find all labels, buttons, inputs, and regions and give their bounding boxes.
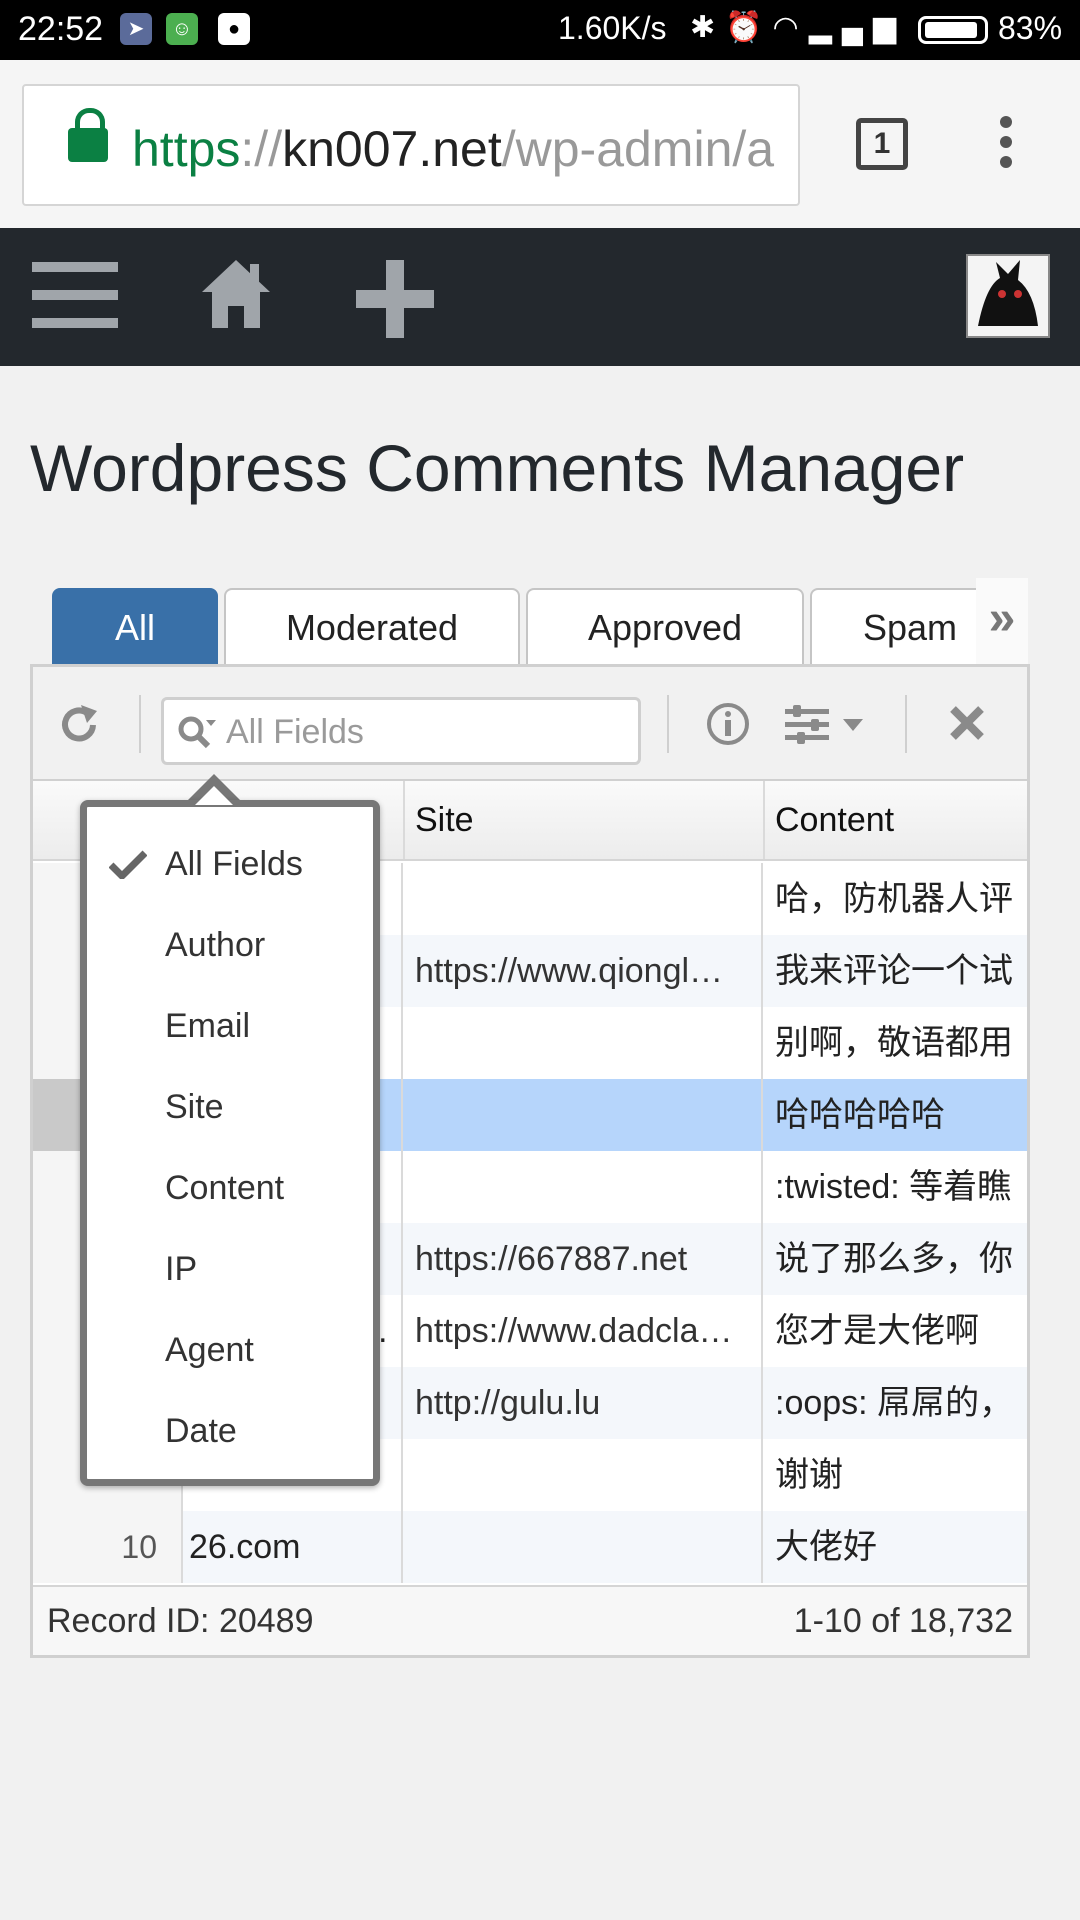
- page-range: 1-10 of 18,732: [793, 1602, 1013, 1640]
- alarm-icon: ⏰: [725, 11, 773, 44]
- refresh-icon[interactable]: [57, 703, 101, 747]
- menu-item-all-fields[interactable]: All Fields: [87, 831, 373, 897]
- lock-icon: [68, 108, 108, 162]
- network-speed: 1.60K/s: [558, 10, 667, 46]
- cell-content[interactable]: 您才是大佬啊: [765, 1295, 1027, 1367]
- menu-item-label: Author: [165, 926, 266, 964]
- menu-item-content[interactable]: Content: [87, 1155, 373, 1221]
- system-status-icons: ✱⏰◠▂▄▆: [690, 10, 906, 45]
- url-scheme: https: [132, 121, 241, 177]
- search-field-menu: All Fields Author Email Site Content IP …: [80, 800, 380, 1486]
- cell-site[interactable]: [405, 863, 763, 935]
- battery-percent: 83%: [998, 10, 1063, 46]
- cell-site[interactable]: https://www.qiongl…: [405, 935, 763, 1007]
- search-field[interactable]: [161, 697, 641, 765]
- menu-item-label: Date: [165, 1412, 237, 1450]
- cell-site[interactable]: https://667887.net: [405, 1223, 763, 1295]
- column-header-site[interactable]: Site: [403, 781, 763, 859]
- cell-site[interactable]: [405, 1439, 763, 1511]
- menu-item-site[interactable]: Site: [87, 1074, 373, 1140]
- menu-item-label: Site: [165, 1088, 224, 1126]
- cell-content[interactable]: 我来评论一个试: [765, 935, 1027, 1007]
- toolbar-divider: [905, 695, 907, 753]
- menu-item-ip[interactable]: IP: [87, 1236, 373, 1302]
- url-path: /wp-admin/a: [501, 121, 775, 177]
- menu-item-label: All Fields: [165, 845, 303, 883]
- tab-switcher-button[interactable]: 1: [856, 118, 908, 170]
- wp-admin-bar: [0, 228, 1080, 366]
- cell-site[interactable]: [405, 1079, 763, 1151]
- cell-site[interactable]: https://www.dadcla…: [405, 1295, 763, 1367]
- info-icon[interactable]: [705, 701, 751, 747]
- cell-content[interactable]: 哈，防机器人评: [765, 863, 1027, 935]
- page-title: Wordpress Comments Manager: [30, 431, 965, 505]
- home-icon[interactable]: [198, 256, 274, 332]
- search-input[interactable]: [226, 708, 626, 756]
- bluetooth-icon: ✱: [690, 11, 726, 44]
- avatar[interactable]: [966, 254, 1050, 338]
- browser-menu-button[interactable]: [1000, 116, 1012, 176]
- signal-icon: ▂▄▆: [808, 11, 907, 44]
- telegram-icon: ➤: [120, 13, 152, 45]
- tab-all[interactable]: All: [52, 588, 218, 666]
- row-number: 10: [33, 1511, 183, 1583]
- menu-item-label: IP: [165, 1250, 198, 1288]
- cell-site[interactable]: [405, 1007, 763, 1079]
- menu-item-label: Content: [165, 1169, 285, 1207]
- add-new-icon[interactable]: [356, 260, 434, 338]
- grid-toolbar: [33, 667, 1027, 781]
- tabs-scroll-right-icon[interactable]: »: [976, 578, 1028, 666]
- grid-footer: Record ID: 20489 1-10 of 18,732: [33, 1585, 1027, 1655]
- url-text[interactable]: https://kn007.net/wp-admin/a: [132, 120, 774, 178]
- cell-content[interactable]: 说了那么多，你: [765, 1223, 1027, 1295]
- tab-moderated[interactable]: Moderated: [224, 588, 520, 666]
- toolbar-divider: [667, 695, 669, 753]
- dropdown-pointer-inner: [195, 786, 233, 805]
- menu-item-label: Email: [165, 1007, 251, 1045]
- cell-content[interactable]: 哈哈哈哈哈: [765, 1079, 1027, 1151]
- cell-content[interactable]: :twisted: 等着瞧: [765, 1151, 1027, 1223]
- menu-item-date[interactable]: Date: [87, 1398, 373, 1464]
- android-app-icon: ☺: [166, 13, 198, 45]
- search-icon[interactable]: [176, 714, 216, 754]
- battery-icon: [918, 16, 988, 44]
- menu-item-label: Agent: [165, 1331, 254, 1369]
- cell-site[interactable]: [405, 1151, 763, 1223]
- menu-item-author[interactable]: Author: [87, 912, 373, 978]
- record-id: Record ID: 20489: [47, 1602, 314, 1640]
- status-bar: 22:52 ➤ ☺ ● 1.60K/s ✱⏰◠▂▄▆ 83%: [0, 0, 1080, 60]
- url-separator: ://: [240, 121, 283, 177]
- close-icon[interactable]: [947, 703, 987, 743]
- cell-site[interactable]: [405, 1511, 763, 1583]
- check-icon: [109, 850, 147, 879]
- browser-toolbar: https://kn007.net/wp-admin/a 1: [0, 60, 1080, 228]
- cell-content[interactable]: :oops: 屌屌的，: [765, 1367, 1027, 1439]
- cell-content[interactable]: 别啊，敬语都用: [765, 1007, 1027, 1079]
- column-settings-icon[interactable]: [783, 703, 879, 747]
- toolbar-divider: [139, 695, 141, 753]
- menu-icon[interactable]: [32, 262, 118, 346]
- menu-item-email[interactable]: Email: [87, 993, 373, 1059]
- qq-icon: ●: [218, 13, 250, 45]
- cell-site[interactable]: http://gulu.lu: [405, 1367, 763, 1439]
- tab-approved[interactable]: Approved: [526, 588, 804, 666]
- menu-item-agent[interactable]: Agent: [87, 1317, 373, 1383]
- wifi-icon: ◠: [772, 11, 809, 44]
- status-time: 22:52: [18, 10, 104, 48]
- cell-content[interactable]: 大佬好: [765, 1511, 1027, 1583]
- url-host: kn007.net: [282, 121, 502, 177]
- url-bar[interactable]: https://kn007.net/wp-admin/a: [22, 84, 800, 206]
- cell-content[interactable]: 谢谢: [765, 1439, 1027, 1511]
- cell-author[interactable]: 26.com: [185, 1511, 403, 1583]
- column-header-content[interactable]: Content: [763, 781, 1027, 859]
- table-row[interactable]: 10 26.com 大佬好: [33, 1511, 1027, 1583]
